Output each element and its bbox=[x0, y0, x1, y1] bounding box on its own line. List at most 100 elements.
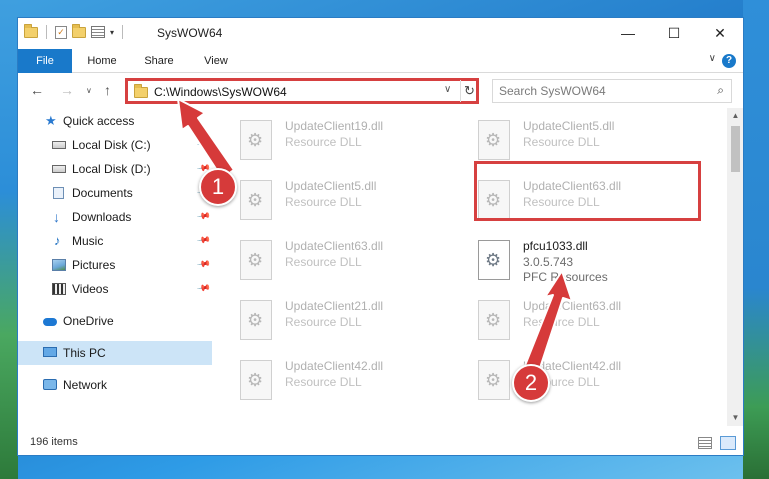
dll-file-icon bbox=[240, 180, 272, 220]
file-tile-pfcu1033[interactable]: pfcu1033.dll 3.0.5.743 PFC Resources bbox=[450, 235, 680, 285]
file-type: Resource DLL bbox=[285, 195, 362, 209]
sidebar-item-local-disk-c[interactable]: Local Disk (C:) 📌 bbox=[18, 133, 212, 157]
file-type: Resource DLL bbox=[523, 315, 600, 329]
file-tile[interactable]: UpdateClient42.dll Resource DLL bbox=[450, 355, 680, 405]
search-box[interactable]: ⌕ bbox=[492, 79, 732, 103]
file-list: UpdateClient19.dll Resource DLL UpdateCl… bbox=[212, 108, 727, 426]
sidebar-item-local-disk-d[interactable]: Local Disk (D:) 📌 bbox=[18, 157, 212, 181]
file-tile[interactable]: UpdateClient42.dll Resource DLL bbox=[212, 355, 442, 405]
dll-file-icon bbox=[478, 120, 510, 160]
sidebar-item-videos[interactable]: Videos 📌 bbox=[18, 277, 212, 301]
sidebar-item-music[interactable]: ♪ Music 📌 bbox=[18, 229, 212, 253]
search-input[interactable] bbox=[499, 83, 699, 99]
dll-file-icon bbox=[240, 300, 272, 340]
tab-file[interactable]: File bbox=[18, 49, 72, 73]
title-bar: ✓ ▾ SysWOW64 — ☐ ✕ bbox=[18, 18, 743, 49]
file-tile[interactable]: UpdateClient63.dll Resource DLL bbox=[212, 235, 442, 285]
computer-icon bbox=[43, 347, 57, 357]
pin-icon: 📌 bbox=[196, 280, 212, 296]
file-tile[interactable]: UpdateClient5.dll Resource DLL bbox=[450, 115, 680, 165]
file-type: Resource DLL bbox=[285, 255, 362, 269]
properties-check-icon[interactable]: ✓ bbox=[55, 25, 67, 39]
highlight-box bbox=[474, 161, 701, 221]
quick-access-toolbar: ✓ ▾ bbox=[24, 23, 126, 39]
onedrive-icon bbox=[43, 318, 57, 326]
up-arrow-icon[interactable]: ↑ bbox=[104, 82, 111, 98]
maximize-button[interactable]: ☐ bbox=[651, 18, 697, 49]
sidebar-item-this-pc[interactable]: This PC bbox=[18, 341, 212, 365]
sidebar-item-label: Local Disk (C:) bbox=[72, 138, 151, 152]
file-tile[interactable]: UpdateClient21.dll Resource DLL bbox=[212, 295, 442, 345]
file-type: Resource DLL bbox=[523, 135, 600, 149]
download-icon: ↓ bbox=[53, 209, 60, 225]
network-icon bbox=[43, 379, 57, 390]
sidebar-item-label: Documents bbox=[72, 186, 133, 200]
drive-icon bbox=[52, 141, 66, 149]
sidebar-item-label: Local Disk (D:) bbox=[72, 162, 151, 176]
ribbon-tabs: File Home Share View ∨ ? bbox=[18, 49, 743, 73]
sidebar-item-downloads[interactable]: ↓ Downloads 📌 bbox=[18, 205, 212, 229]
help-icon[interactable]: ? bbox=[722, 54, 736, 68]
scroll-up-icon[interactable]: ▲ bbox=[727, 108, 743, 124]
file-tile[interactable]: UpdateClient63.dll Resource DLL bbox=[450, 295, 680, 345]
sidebar-item-label: Quick access bbox=[63, 114, 135, 128]
back-arrow-icon[interactable]: ← bbox=[30, 82, 44, 98]
file-name: UpdateClient21.dll bbox=[285, 299, 384, 313]
tab-share[interactable]: Share bbox=[136, 49, 182, 73]
details-view-icon[interactable] bbox=[698, 437, 712, 449]
properties-icon[interactable] bbox=[91, 26, 105, 38]
file-name: UpdateClient5.dll bbox=[523, 119, 615, 133]
sidebar-item-label: Downloads bbox=[72, 210, 132, 224]
sidebar-item-quick-access[interactable]: ★ Quick access bbox=[18, 109, 212, 133]
customize-toolbar-dropdown-icon[interactable]: ▾ bbox=[110, 28, 114, 37]
dll-file-icon bbox=[478, 240, 510, 280]
star-icon: ★ bbox=[45, 113, 57, 128]
pictures-icon bbox=[52, 259, 66, 271]
sidebar-item-label: Videos bbox=[72, 282, 109, 296]
videos-icon bbox=[52, 283, 66, 295]
file-name: UpdateClient63.dll bbox=[523, 299, 622, 313]
folder-icon bbox=[24, 23, 38, 38]
sidebar-item-onedrive[interactable]: OneDrive bbox=[18, 309, 212, 333]
large-icons-view-icon[interactable] bbox=[720, 436, 736, 450]
file-name: pfcu1033.dll bbox=[523, 239, 588, 253]
pin-icon: 📌 bbox=[196, 232, 212, 248]
folder-icon bbox=[134, 84, 148, 98]
recent-locations-chevron-icon[interactable]: ∨ bbox=[86, 86, 92, 95]
sidebar-item-network[interactable]: Network bbox=[18, 373, 212, 397]
sidebar-item-label: OneDrive bbox=[63, 314, 114, 328]
expand-ribbon-icon[interactable]: ∨ bbox=[709, 53, 716, 64]
refresh-icon[interactable]: ↻ bbox=[460, 80, 478, 102]
window-title: SysWOW64 bbox=[157, 26, 223, 40]
minimize-button[interactable]: — bbox=[605, 18, 651, 49]
file-explorer-window: ✓ ▾ SysWOW64 — ☐ ✕ File Home Share View … bbox=[17, 17, 744, 456]
address-bar[interactable]: C:\Windows\SysWOW64 ∨ ↻ bbox=[125, 78, 479, 104]
file-name: UpdateClient63.dll bbox=[285, 239, 384, 253]
file-tile[interactable]: UpdateClient19.dll Resource DLL bbox=[212, 115, 442, 165]
tab-view[interactable]: View bbox=[196, 49, 236, 73]
sidebar-item-documents[interactable]: Documents 📌 bbox=[18, 181, 212, 205]
music-icon: ♪ bbox=[54, 233, 61, 248]
item-count: 196 items bbox=[30, 436, 78, 448]
documents-icon bbox=[53, 187, 64, 199]
vertical-scrollbar[interactable]: ▲ ▼ bbox=[727, 108, 743, 426]
scrollbar-thumb[interactable] bbox=[731, 126, 740, 172]
address-dropdown-chevron-icon[interactable]: ∨ bbox=[444, 84, 451, 95]
file-type: Resource DLL bbox=[285, 375, 362, 389]
forward-arrow-icon[interactable]: → bbox=[60, 82, 74, 98]
file-version: 3.0.5.743 bbox=[523, 255, 574, 269]
pin-icon: 📌 bbox=[196, 136, 212, 152]
tab-home[interactable]: Home bbox=[80, 49, 124, 73]
sidebar-item-pictures[interactable]: Pictures 📌 bbox=[18, 253, 212, 277]
new-folder-icon[interactable] bbox=[72, 23, 86, 38]
search-icon[interactable]: ⌕ bbox=[717, 83, 724, 98]
dll-file-icon bbox=[240, 240, 272, 280]
status-bar: 196 items bbox=[18, 432, 743, 455]
file-tile[interactable]: UpdateClient5.dll Resource DLL bbox=[212, 175, 442, 225]
navigation-pane: ★ Quick access Local Disk (C:) 📌 Local D… bbox=[18, 108, 212, 426]
scroll-down-icon[interactable]: ▼ bbox=[727, 410, 743, 426]
navigation-bar: ← → ∨ ↑ C:\Windows\SysWOW64 ∨ ↻ ⌕ bbox=[18, 74, 743, 108]
sidebar-item-label: Pictures bbox=[72, 258, 116, 272]
address-path[interactable]: C:\Windows\SysWOW64 bbox=[154, 85, 287, 99]
close-button[interactable]: ✕ bbox=[697, 18, 743, 49]
